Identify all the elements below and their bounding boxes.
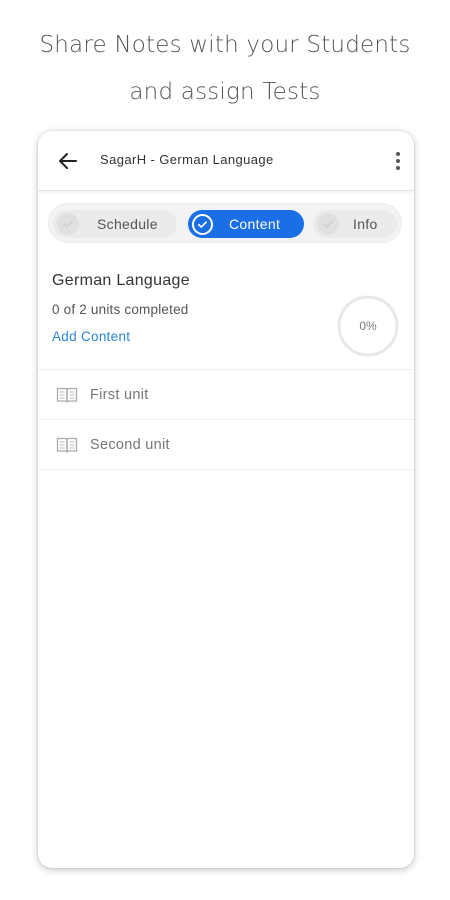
promo-line-2: and assign Tests xyxy=(129,79,321,105)
check-circle-icon xyxy=(57,213,79,235)
back-button[interactable] xyxy=(56,149,80,173)
book-icon xyxy=(56,387,78,403)
tab-label: Content xyxy=(229,216,281,232)
book-icon xyxy=(56,437,78,453)
tab-label: Info xyxy=(353,216,378,232)
check-circle-icon xyxy=(317,213,339,235)
unit-list: First unit Second unit xyxy=(38,369,414,470)
section-tabs: Schedule Content Info xyxy=(48,203,402,243)
tab-content[interactable]: Content xyxy=(188,210,304,238)
promo-heading: Share Notes with your Students and assig… xyxy=(0,22,450,116)
arrow-left-icon xyxy=(59,153,77,169)
list-item[interactable]: First unit xyxy=(38,370,414,420)
add-content-link[interactable]: Add Content xyxy=(52,329,130,344)
promo-line-1: Share Notes with your Students xyxy=(39,32,411,58)
phone-screen: SagarH - German Language Schedule Conten… xyxy=(38,131,414,868)
progress-percent: 0% xyxy=(359,319,377,333)
page-title: SagarH - German Language xyxy=(100,152,274,167)
more-vertical-icon xyxy=(396,152,400,156)
tab-label: Schedule xyxy=(97,216,158,232)
check-circle-icon xyxy=(192,213,213,235)
unit-label: First unit xyxy=(90,386,149,403)
tab-schedule[interactable]: Schedule xyxy=(53,210,177,238)
more-options-button[interactable] xyxy=(392,147,404,175)
course-title: German Language xyxy=(52,272,190,289)
unit-label: Second unit xyxy=(90,436,170,453)
app-bar: SagarH - German Language xyxy=(38,131,414,191)
list-item[interactable]: Second unit xyxy=(38,420,414,470)
tab-info[interactable]: Info xyxy=(313,210,397,238)
